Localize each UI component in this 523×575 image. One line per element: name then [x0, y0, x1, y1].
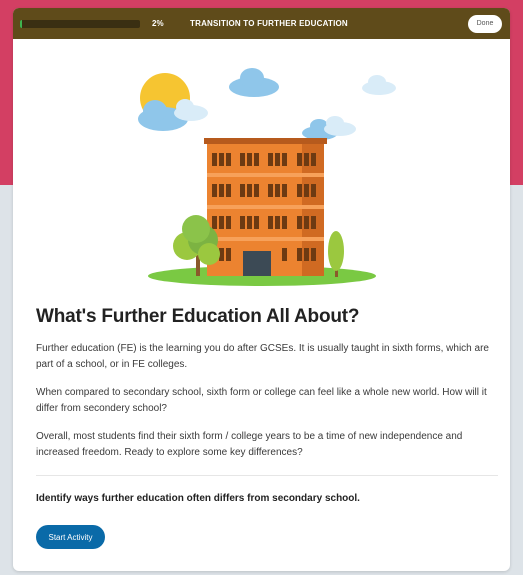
cloud-icon — [324, 116, 356, 136]
done-button[interactable]: Done — [468, 14, 502, 33]
page-title: What's Further Education All About? — [36, 306, 360, 327]
lesson-header-bar: 2% TRANSITION TO FURTHER EDUCATION Done — [13, 8, 510, 39]
building-door — [243, 251, 271, 276]
progress-bar — [20, 19, 140, 28]
cloud-icon — [362, 75, 396, 95]
learning-objective: Identify ways further education often di… — [36, 493, 360, 504]
cloud-icon — [229, 68, 279, 97]
cloud-icon — [174, 99, 208, 121]
building-icon — [204, 138, 327, 276]
lesson-content: What's Further Education All About? Furt… — [36, 306, 501, 549]
intro-paragraph: Overall, most students find their sixth … — [36, 431, 463, 458]
intro-paragraph: Further education (FE) is the learning y… — [36, 343, 489, 370]
progress-percent: 2% — [152, 19, 164, 28]
progress-fill — [20, 19, 23, 28]
start-activity-button[interactable]: Start Activity — [36, 525, 105, 549]
divider — [36, 475, 498, 476]
intro-paragraph: When compared to secondary school, sixth… — [36, 387, 487, 414]
school-building-illustration — [138, 68, 396, 286]
lesson-card: 2% TRANSITION TO FURTHER EDUCATION Done — [13, 8, 510, 571]
lesson-title: TRANSITION TO FURTHER EDUCATION — [190, 19, 348, 28]
